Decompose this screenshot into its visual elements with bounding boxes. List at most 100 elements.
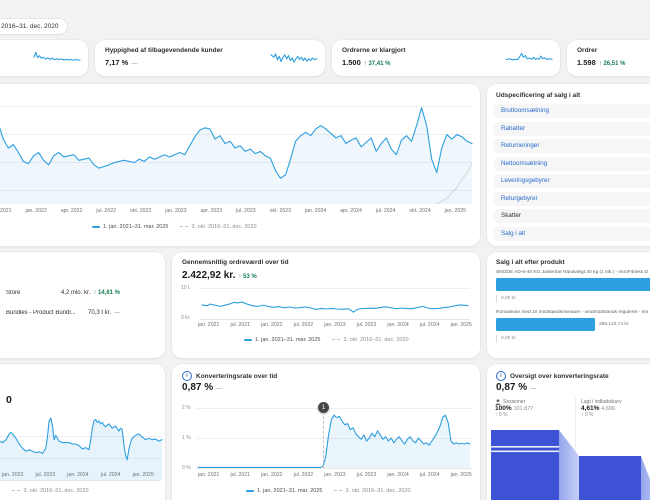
axis-label: jan. 2025 — [451, 322, 472, 328]
date-range-chip[interactable]: 2016–31. dec. 2020 — [0, 19, 67, 34]
channel-row-delta: — — [114, 310, 120, 316]
funnel-step-delta: ↑ 0 % — [581, 412, 622, 418]
info-icon[interactable]: i — [496, 371, 506, 381]
axis-label: jan. 2025 — [133, 472, 154, 478]
main-sales-chart-card: 2021jan. 2022apr. 2022jul. 2022okt. 2022… — [0, 84, 480, 246]
axis-label: jul. 2021 — [230, 472, 250, 478]
axis-label: jul. 2022 — [96, 208, 116, 214]
funnel-chart — [491, 430, 650, 500]
funnel-step-sessions: Sessioner 100% 101.877 ↑ 0 % — [495, 399, 533, 418]
breakdown-item-rabatter[interactable]: Rabatter — [494, 122, 650, 136]
chart-legend: 1. jan. 2021–31. mar. 2025 3. okt. 2016–… — [246, 488, 411, 494]
axis-label: apr. 2022 — [61, 208, 83, 214]
axis-label: jan. 2024 — [67, 472, 88, 478]
axis-label: jan. 2023 — [324, 322, 345, 328]
metric-delta: ↑ 37,41 % — [364, 61, 391, 67]
metric-title: Hyppighed af tilbagevendende kunder — [105, 47, 223, 54]
metric-value: 1.500 — [342, 58, 361, 67]
legend-previous-label: 3. okt. 2016–31. dec. 2020 — [343, 337, 408, 343]
funnel-transition — [559, 430, 579, 500]
breakdown-item-bruttoomsaetning[interactable]: Bruttoomsætning — [494, 104, 650, 118]
funnel-bar-cart[interactable] — [579, 456, 641, 500]
chart-legend: 1. jan. 2021–31. mar. 2025 3. okt. 2016–… — [0, 488, 89, 494]
breakdown-item-skatter[interactable]: Skatter — [494, 209, 650, 223]
y-axis-label-top: 10 t. — [181, 285, 191, 291]
aov-delta: ↑ 53 % — [238, 274, 256, 280]
legend-current-label: 1. jan. 2021–31. mar. 2025 — [103, 224, 168, 230]
channel-row-label[interactable]: Bundles - Product Bundl... — [6, 310, 86, 316]
breakdown-item-leveringsgebyrer[interactable]: Leveringsgebyrer — [494, 174, 650, 188]
axis-label: jan. 2025 — [451, 472, 472, 478]
x-axis-labels: 2021jan. 2022apr. 2022jul. 2022okt. 2022… — [0, 208, 466, 214]
metric-card-returning-customers[interactable]: Hyppighed af tilbagevendende kunder 7,17… — [95, 40, 325, 76]
metric-card-orders-fulfilled[interactable]: Ordrerne er klargjort 1.500↑ 37,41 % — [332, 40, 560, 76]
axis-label: okt. 2024 — [409, 208, 430, 214]
axis-label: jan. 2023 — [165, 208, 186, 214]
breakdown-title: Udspecificering af salg i alt — [496, 92, 580, 99]
breakdown-item-nettoomsaetning[interactable]: Nettoomsætning — [494, 157, 650, 171]
metric-delta: ↑ 26,51 % — [599, 61, 626, 67]
breakdown-item-salg-i-alt[interactable]: Salg i alt — [494, 227, 650, 241]
legend-previous-swatch — [332, 339, 340, 340]
axis-label: jul. 2023 — [357, 322, 377, 328]
conversion-line-chart — [198, 408, 470, 468]
sales-channel-table-card: Store 4,2 mio. kr.↑ 14,61 % Bundles - Pr… — [0, 252, 165, 358]
funnel-step-pct: 4,61% — [581, 405, 599, 412]
funnel-step-pct: 100% — [495, 405, 512, 412]
conversion-value: 0,87 % — [182, 382, 213, 393]
channel-row-value: 70,3 t kr. — [88, 310, 111, 316]
axis-label: apr. 2023 — [201, 208, 223, 214]
axis-label: 2021 — [0, 208, 12, 214]
axis-label: jan. 2022 — [25, 208, 46, 214]
funnel-title: Oversigt over konverteringsrate — [510, 373, 609, 380]
metric-card-orders[interactable]: Ordrer 1.598↑ 26,51 % — [567, 40, 650, 76]
product-row-label: SNODE AD-6-40 KG Justerbar Håndvægt 40 k… — [496, 270, 650, 275]
funnel-bar-sessions[interactable] — [491, 430, 559, 500]
metric-title: Ordrerne er klargjort — [342, 47, 406, 54]
axis-label: jan. 2023 — [2, 472, 23, 478]
axis-label: jan. 2021 — [198, 322, 219, 328]
annotation-marker-pin[interactable]: 1 — [318, 402, 329, 413]
axis-label: jan. 2025 — [445, 208, 466, 214]
axis-label: jul. 2024 — [101, 472, 121, 478]
funnel-value: 0,87 % — [496, 382, 527, 393]
sales-breakdown-card: Udspecificering af salg i alt Bruttoomsæ… — [487, 84, 650, 246]
axis-label: jan. 2022 — [261, 322, 282, 328]
aov-line-chart — [202, 289, 468, 318]
funnel-step-delta: ↑ 0 % — [495, 412, 533, 418]
conversion-rate-card: i Konverteringsrate over tid 0,87 %— 2 %… — [172, 364, 480, 500]
sparkline-chart — [271, 50, 317, 66]
breakdown-item-returneringer[interactable]: Returneringer — [494, 139, 650, 153]
legend-current-label: 1. jan. 2021–31. mar. 2025 — [257, 488, 322, 494]
sparkline-chart — [506, 50, 552, 66]
aov-value: 2.422,92 kr. — [182, 270, 235, 281]
metric-card-cut[interactable] — [0, 40, 88, 76]
product-bar[interactable] — [496, 278, 650, 291]
x-axis-labels: jan. 2021jul. 2021jan. 2022jul. 2022jan.… — [198, 322, 472, 328]
y-axis-label: 0 % — [182, 465, 191, 471]
funnel-step-count: 101.877 — [513, 406, 533, 412]
metric-value: 7,17 % — [105, 58, 128, 67]
axis-label: jul. 2024 — [376, 208, 396, 214]
conversion-overview-card: i Oversigt over konverteringsrate 0,87 %… — [487, 364, 650, 500]
axis-label: okt. 2023 — [270, 208, 291, 214]
x-axis-labels: jan. 2021jul. 2021jan. 2022jul. 2022jan.… — [198, 472, 472, 478]
axis-label: jul. 2024 — [420, 472, 440, 478]
metric-delta: — — [131, 61, 137, 67]
legend-current-swatch — [246, 490, 254, 492]
metric-value-fragment: 0 — [6, 394, 12, 406]
product-bar[interactable] — [496, 318, 595, 331]
legend-previous-swatch — [12, 490, 20, 491]
bottom-left-chart-card: 0 jan. 2023jul. 2023jan. 2024jul. 2024ja… — [0, 364, 165, 500]
marker-label: 1 — [322, 405, 325, 411]
y-axis-label: 1 % — [182, 435, 191, 441]
y-axis-label: 2 % — [182, 405, 191, 411]
bottom-left-line-chart — [0, 408, 162, 480]
funnel-transition — [641, 456, 650, 500]
x-axis-labels: jan. 2023jul. 2023jan. 2024jul. 2024jan.… — [2, 472, 154, 478]
conversion-delta: — — [216, 386, 222, 392]
axis-label: jul. 2023 — [357, 472, 377, 478]
info-icon[interactable]: i — [182, 371, 192, 381]
breakdown-item-returgebyrer[interactable]: Returgebyrer — [494, 192, 650, 206]
channel-row-delta: ↑ 14,61 % — [93, 290, 120, 296]
